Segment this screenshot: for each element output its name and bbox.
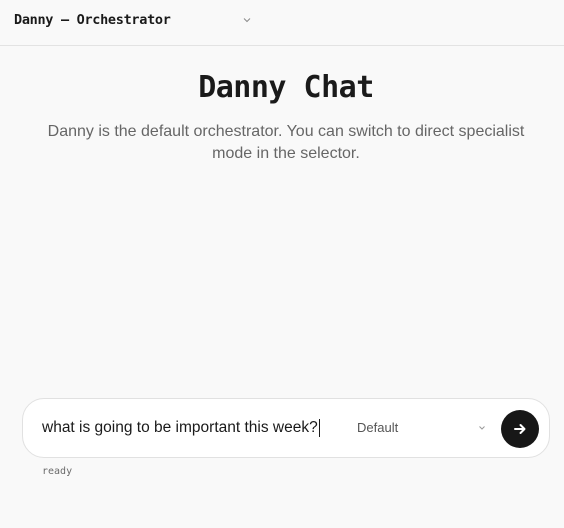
page-subtitle: Danny is the default orchestrator. You c… — [47, 123, 525, 162]
page-title: Danny Chat — [198, 70, 374, 105]
chat-page: Danny — Orchestrator Danny Chat Danny is… — [0, 0, 564, 528]
mode-selector-label: Default — [357, 420, 399, 435]
arrow-right-icon — [514, 424, 526, 434]
message-input-text: what is going to be important this week? — [42, 419, 318, 436]
chevron-down-icon — [243, 18, 251, 23]
agent-selector-dropdown[interactable]: Danny — Orchestrator — [8, 7, 258, 35]
send-button[interactable] — [501, 410, 539, 448]
text-caret — [318, 419, 320, 437]
top-bar: Danny — Orchestrator — [0, 0, 564, 46]
status-indicator: ready — [42, 466, 73, 477]
chevron-down-icon — [479, 426, 485, 430]
message-composer: what is going to be important this week?… — [22, 398, 550, 458]
message-input[interactable]: what is going to be important this week? — [42, 417, 342, 439]
agent-selector-label: Danny — Orchestrator — [14, 12, 171, 28]
mode-selector-dropdown[interactable]: Default — [349, 416, 489, 440]
